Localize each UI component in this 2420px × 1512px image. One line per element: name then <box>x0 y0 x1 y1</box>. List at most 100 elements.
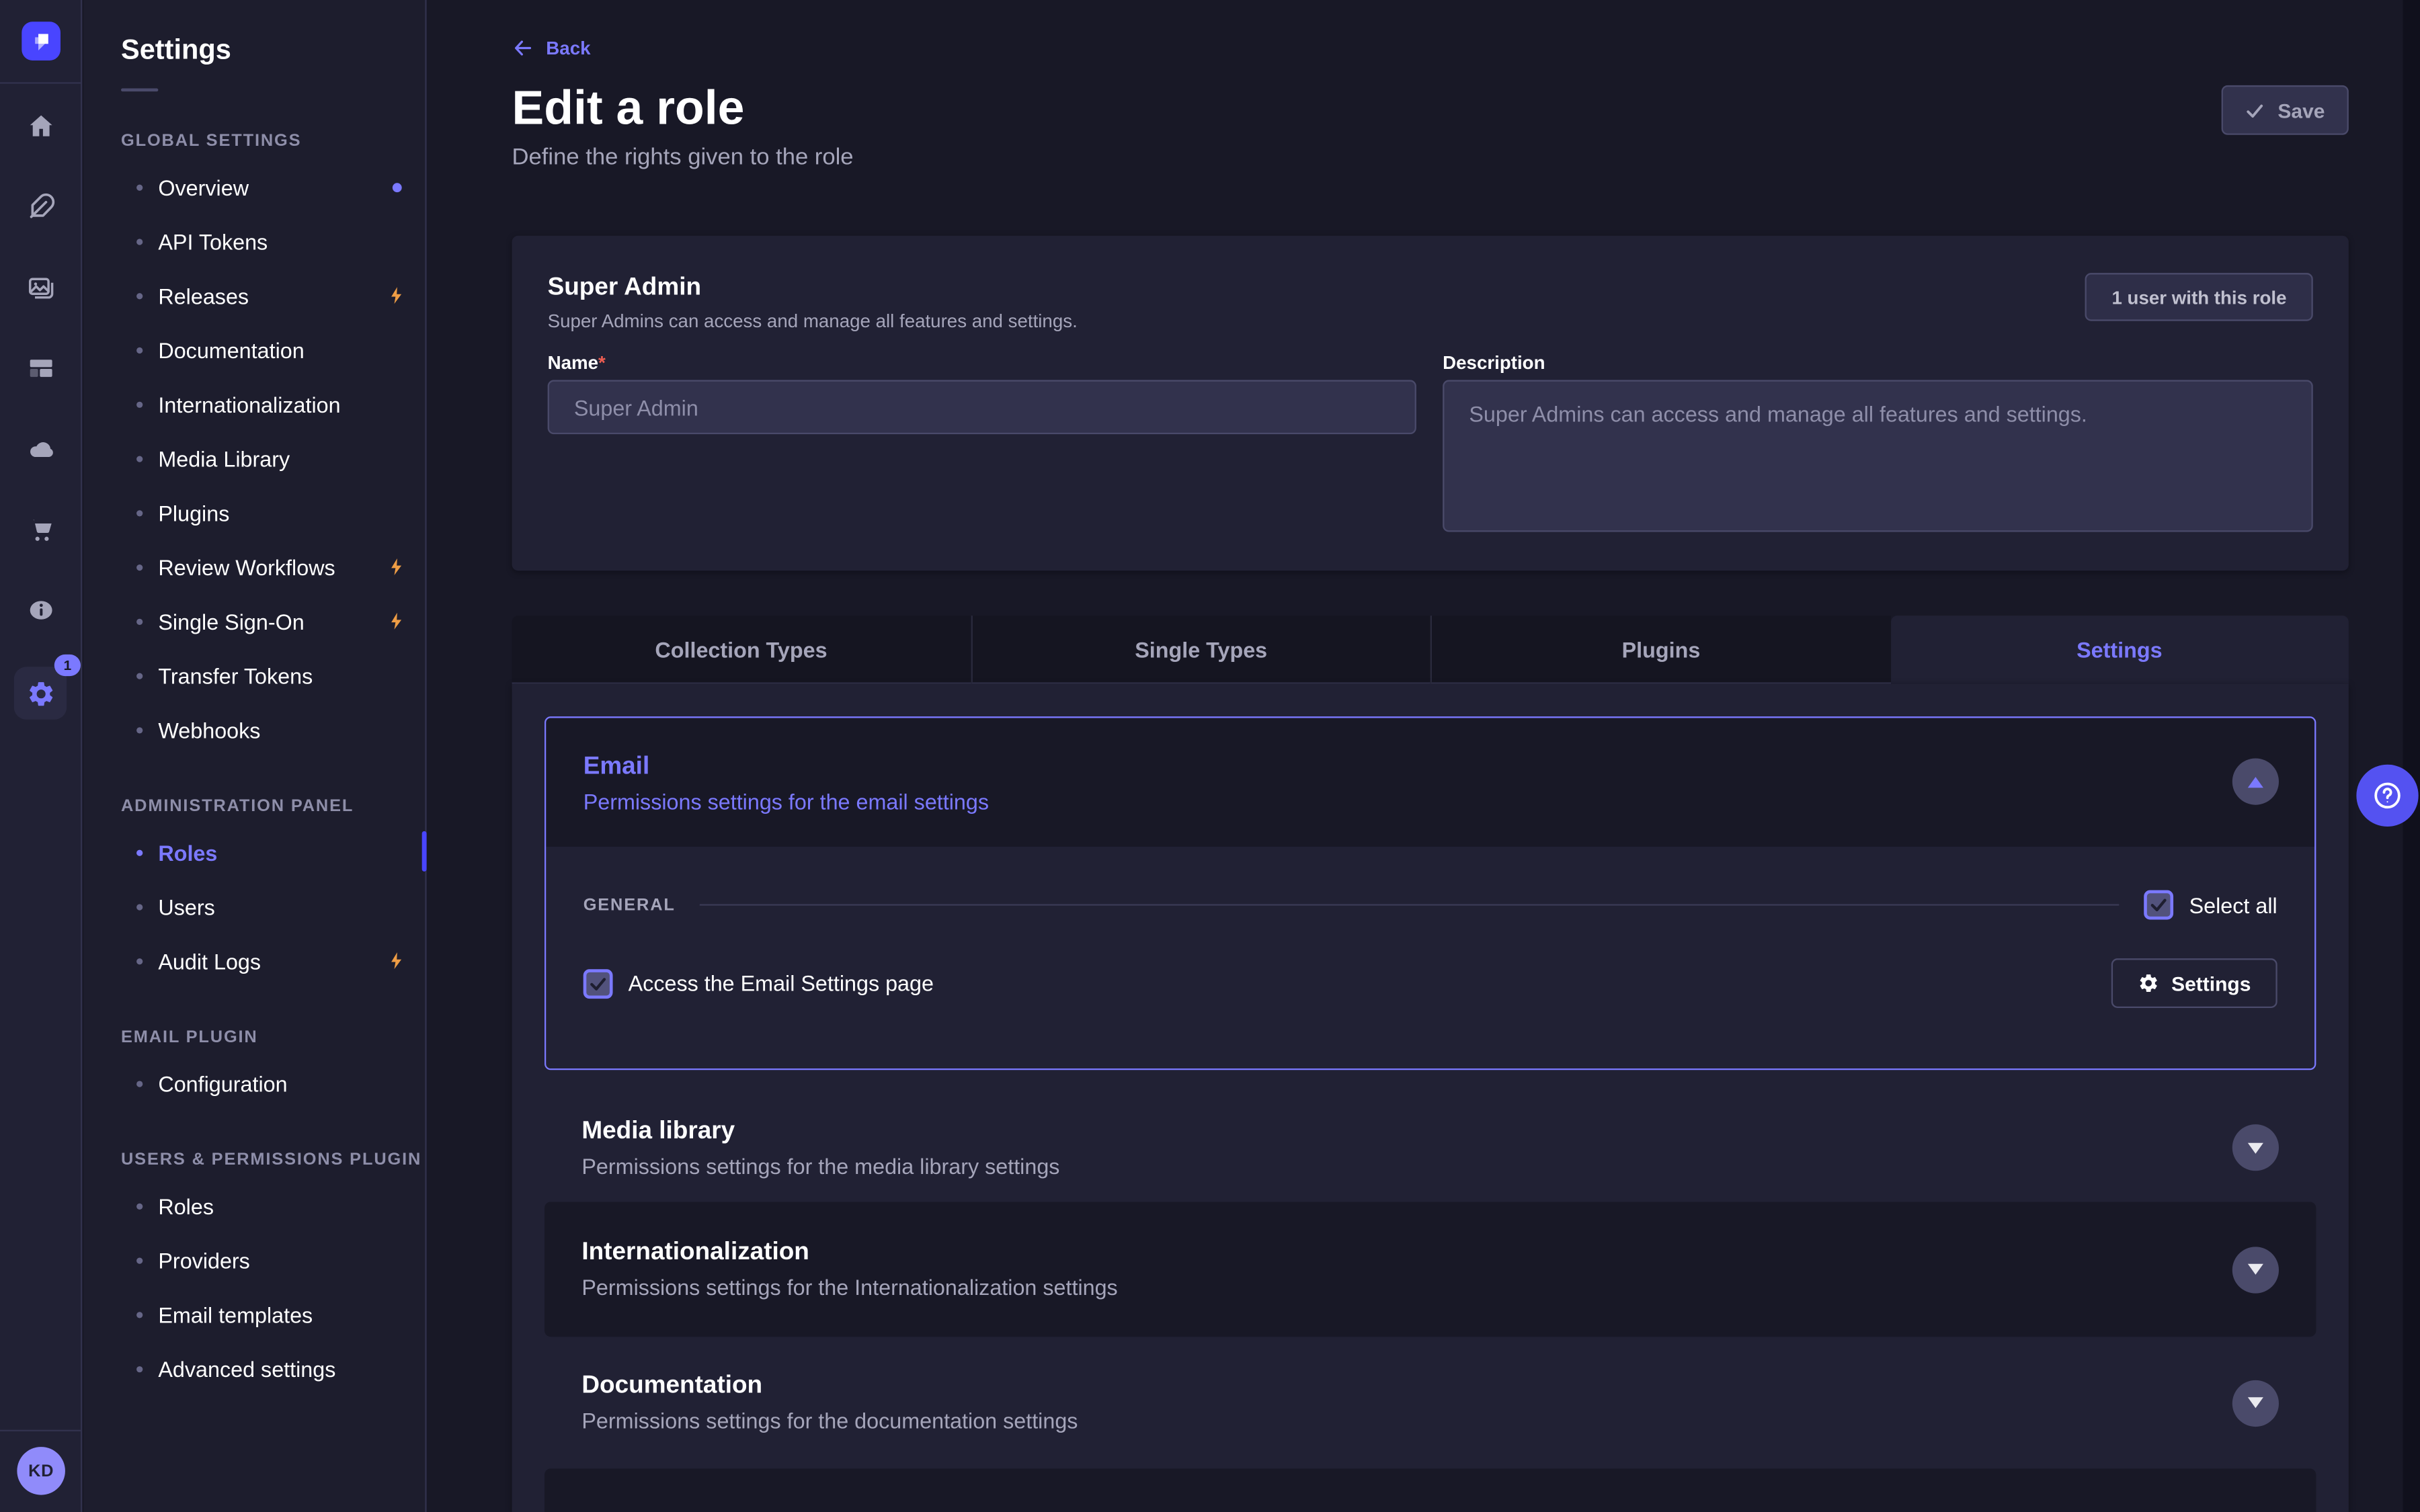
sidebar-item-up-roles[interactable]: Roles <box>84 1179 426 1233</box>
sidebar-item-admin-roles[interactable]: Roles <box>84 825 426 880</box>
cloud-icon[interactable] <box>17 425 63 471</box>
tab-single-types[interactable]: Single Types <box>970 616 1430 684</box>
expand-button[interactable] <box>2232 1124 2279 1171</box>
arrow-left-icon <box>512 37 534 58</box>
description-textarea[interactable]: Super Admins can access and manage all f… <box>1443 380 2313 532</box>
expand-button[interactable] <box>2232 1380 2279 1426</box>
home-icon[interactable] <box>17 102 63 149</box>
sidebar-item-plugins[interactable]: Plugins <box>84 485 426 540</box>
notification-dot-icon <box>393 182 402 192</box>
bullet-icon <box>136 1257 143 1263</box>
email-accordion-header[interactable]: Email Permissions settings for the email… <box>546 718 2314 847</box>
bullet-icon <box>136 903 143 909</box>
sidebar-item-documentation[interactable]: Documentation <box>84 323 426 377</box>
plugins-marketplace-accordion[interactable]: Plugins and marketplace <box>544 1468 2316 1512</box>
save-button[interactable]: Save <box>2222 85 2349 135</box>
sidebar-item-media-library[interactable]: Media Library <box>84 431 426 486</box>
sidebar-item-users[interactable]: Users <box>84 879 426 933</box>
gear-icon <box>2137 972 2159 994</box>
sidebar-title-rule <box>121 89 158 92</box>
sidebar-item-audit-logs[interactable]: Audit Logs <box>84 933 426 988</box>
bullet-icon <box>136 1203 143 1209</box>
email-accordion: Email Permissions settings for the email… <box>544 716 2316 1070</box>
sidebar-item-review-workflows[interactable]: Review Workflows <box>84 540 426 594</box>
check-icon <box>588 973 608 993</box>
sidebar-item-webhooks[interactable]: Webhooks <box>84 702 426 757</box>
accordion-subtitle: Permissions settings for the documentati… <box>581 1408 1078 1433</box>
accordion-title: Media library <box>581 1118 1059 1146</box>
email-accordion-body: GENERAL Select all Access the Email Sett… <box>546 847 2314 1070</box>
bullet-icon <box>136 618 143 624</box>
expand-button[interactable] <box>2232 1246 2279 1292</box>
back-link[interactable]: Back <box>512 37 591 58</box>
sidebar-item-internationalization[interactable]: Internationalization <box>84 377 426 431</box>
email-accordion-title: Email <box>583 754 650 782</box>
bullet-icon <box>136 958 143 964</box>
lightning-icon <box>387 611 407 631</box>
role-name-heading: Super Admin <box>548 274 701 302</box>
check-icon <box>2245 100 2265 120</box>
feather-icon[interactable] <box>17 183 63 229</box>
sidebar-item-api-tokens[interactable]: API Tokens <box>84 214 426 268</box>
marketplace-cart-icon[interactable] <box>17 505 63 552</box>
collapse-button[interactable] <box>2232 758 2279 804</box>
sidebar-item-overview[interactable]: Overview <box>84 160 426 214</box>
tab-settings[interactable]: Settings <box>1890 616 2349 684</box>
strapi-logo-icon <box>28 28 54 54</box>
settings-notification-badge: 1 <box>54 655 81 676</box>
scrollbar-track[interactable] <box>2403 0 2420 1512</box>
name-field-label: Name* <box>548 352 606 374</box>
documentation-accordion[interactable]: Documentation Permissions settings for t… <box>544 1337 2316 1468</box>
app-window: 1 KD Settings GLOBAL SETTINGS Overview A… <box>0 0 2420 1512</box>
access-email-settings-checkbox[interactable] <box>583 968 613 998</box>
email-settings-button[interactable]: Settings <box>2111 958 2277 1008</box>
main-content: Back Edit a role Define the rights given… <box>427 0 2420 1512</box>
sidebar-item-releases[interactable]: Releases <box>84 268 426 323</box>
bullet-icon <box>136 238 143 244</box>
sidebar-item-advanced-settings[interactable]: Advanced settings <box>84 1341 426 1396</box>
rail-divider <box>0 82 81 83</box>
select-all-checkbox[interactable] <box>2144 890 2174 920</box>
sidebar-item-providers[interactable]: Providers <box>84 1233 426 1288</box>
sidebar-title: Settings <box>121 34 425 67</box>
tab-collection-types[interactable]: Collection Types <box>512 616 971 684</box>
sidebar-item-transfer-tokens[interactable]: Transfer Tokens <box>84 648 426 703</box>
general-group-label: GENERAL <box>583 896 676 915</box>
users-with-role-button[interactable]: 1 user with this role <box>2085 273 2313 321</box>
internationalization-accordion[interactable]: Internationalization Permissions setting… <box>544 1202 2316 1337</box>
description-field-label: Description <box>1443 352 1545 374</box>
role-card: Super Admin Super Admins can access and … <box>512 236 2349 571</box>
check-icon <box>2149 895 2169 915</box>
user-avatar[interactable]: KD <box>17 1447 65 1495</box>
bullet-icon <box>136 292 143 298</box>
settings-tab-panel: Email Permissions settings for the email… <box>512 684 2349 1512</box>
info-icon[interactable] <box>17 586 63 632</box>
sidebar-item-configuration[interactable]: Configuration <box>84 1056 426 1111</box>
question-mark-icon <box>2370 778 2405 812</box>
accordion-title: Documentation <box>581 1372 1078 1400</box>
bullet-icon <box>136 564 143 570</box>
permissions-tablist: Collection Types Single Types Plugins Se… <box>512 616 2349 684</box>
chevron-down-icon <box>2248 1142 2263 1153</box>
sidebar-item-email-templates[interactable]: Email templates <box>84 1287 426 1341</box>
section-label-email-plugin: EMAIL PLUGIN <box>121 1028 425 1047</box>
tab-plugins[interactable]: Plugins <box>1430 616 1890 684</box>
content-manager-icon[interactable] <box>17 344 63 390</box>
strapi-logo[interactable] <box>22 22 61 60</box>
email-accordion-subtitle: Permissions settings for the email setti… <box>583 790 989 814</box>
bullet-icon <box>136 1366 143 1372</box>
required-asterisk: * <box>598 352 606 374</box>
bullet-icon <box>136 401 143 407</box>
bullet-icon <box>136 849 143 855</box>
settings-gear-icon[interactable]: 1 <box>14 667 67 719</box>
help-button[interactable] <box>2356 765 2418 827</box>
bullet-icon <box>136 455 143 461</box>
sidebar-item-single-sign-on[interactable]: Single Sign-On <box>84 594 426 648</box>
page-subtitle: Define the rights given to the role <box>512 144 854 171</box>
media-library-accordion[interactable]: Media library Permissions settings for t… <box>544 1093 2316 1202</box>
media-library-icon[interactable] <box>17 263 63 310</box>
rail-bottom-divider <box>0 1430 81 1431</box>
bullet-icon <box>136 672 143 678</box>
name-input[interactable] <box>548 380 1416 434</box>
chevron-down-icon <box>2248 1397 2263 1408</box>
